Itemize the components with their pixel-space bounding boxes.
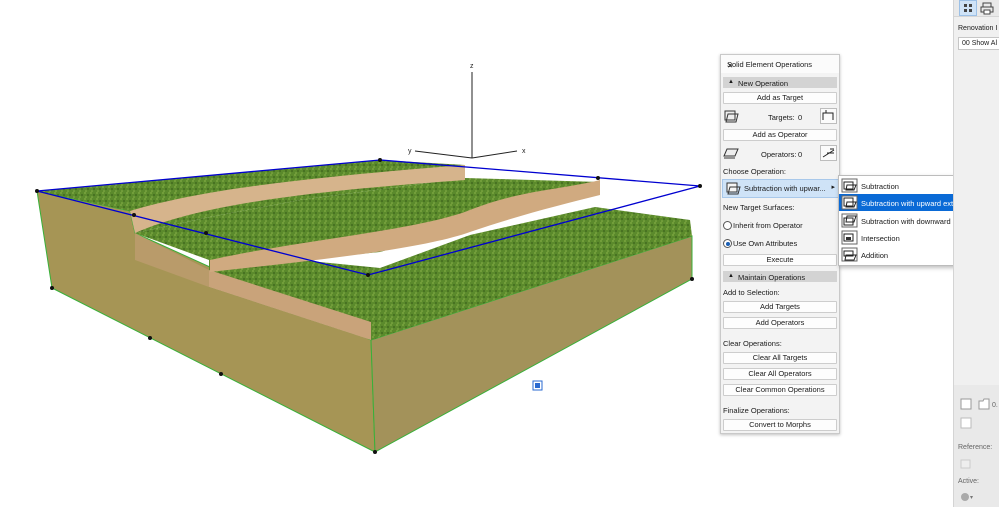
target-element-icon <box>724 110 739 123</box>
execute-button[interactable]: Execute <box>723 254 837 266</box>
targets-label: Targets: <box>768 113 795 122</box>
clear-common-operations-button[interactable]: Clear Common Operations <box>723 384 837 396</box>
renovation-label: Renovation I <box>958 25 998 32</box>
print-icon[interactable] <box>980 1 994 15</box>
add-targets-button[interactable]: Add Targets <box>723 301 837 313</box>
renovation-filter-value: 00 Show Al <box>962 40 998 47</box>
chevron-right-icon: ▸ <box>831 184 835 191</box>
panel-toolbar <box>954 0 999 17</box>
add-as-operator-button[interactable]: Add as Operator <box>723 129 837 141</box>
palette-title-bar[interactable]: Solid Element Operations ✕ <box>721 55 839 73</box>
subtraction-downward-icon <box>841 213 858 228</box>
add-to-selection-label: Add to Selection: <box>723 288 780 297</box>
choose-operation-label: Choose Operation: <box>723 167 786 176</box>
subtraction-icon <box>841 178 858 193</box>
operator-element-icon <box>723 148 739 159</box>
finalize-operations-label: Finalize Operations: <box>723 406 790 415</box>
close-icon[interactable]: ✕ <box>727 60 834 72</box>
reference-label: Reference: <box>958 444 993 451</box>
axis-label-z: z <box>470 63 474 70</box>
solid-element-operations-palette: Solid Element Operations ✕ ▲ New Operati… <box>720 54 840 434</box>
targets-count: 0 <box>798 113 803 122</box>
use-own-attributes-label[interactable]: Use Own Attributes <box>733 239 797 248</box>
convert-to-morphs-button[interactable]: Convert to Morphs <box>723 419 837 431</box>
move-handle-icon[interactable] <box>532 380 543 391</box>
operators-label: Operators: <box>761 150 797 159</box>
axis-label-x: x <box>522 148 526 155</box>
active-label: Active: <box>958 478 980 485</box>
axes-gizmo <box>414 72 518 159</box>
menu-item-label: Subtraction <box>861 182 899 191</box>
collapse-triangle-icon: ▲ <box>728 273 734 279</box>
info-box-panel: Renovation I 00 Show Al 0. Reference: Ac… <box>953 0 999 507</box>
axis-label-y: y <box>408 148 412 155</box>
inherit-from-operator-label[interactable]: Inherit from Operator <box>733 221 803 230</box>
grid-view-icon[interactable] <box>959 0 977 16</box>
select-targets-icon[interactable] <box>820 108 837 124</box>
reference-swatch-icon[interactable] <box>960 458 972 470</box>
menu-item-label: Intersection <box>861 234 900 243</box>
intersection-icon <box>841 230 858 245</box>
section-maintain-operations-label: Maintain Operations <box>738 273 806 282</box>
addition-icon <box>841 247 858 262</box>
menu-item-label: Addition <box>861 251 889 260</box>
clear-operations-label: Clear Operations: <box>723 339 782 348</box>
inherit-from-operator-radio[interactable] <box>723 221 732 230</box>
renovation-filter-dropdown[interactable]: 00 Show Al <box>958 37 999 50</box>
select-operators-icon[interactable] <box>820 145 837 161</box>
value-text: 0. <box>992 402 998 409</box>
link-icon[interactable] <box>960 417 972 429</box>
operators-count: 0 <box>798 150 803 159</box>
active-swatch-icon[interactable] <box>960 491 974 503</box>
clear-all-operators-button[interactable]: Clear All Operators <box>723 368 837 380</box>
subtraction-upward-icon <box>726 182 741 195</box>
add-operators-button[interactable]: Add Operators <box>723 317 837 329</box>
section-new-operation[interactable]: ▲ New Operation <box>723 77 837 88</box>
checkbox-icon[interactable] <box>960 398 972 410</box>
layer-icon[interactable] <box>978 398 990 410</box>
collapse-triangle-icon: ▲ <box>728 79 734 85</box>
section-maintain-operations[interactable]: ▲ Maintain Operations <box>723 271 837 282</box>
subtraction-upward-icon <box>841 195 858 210</box>
operation-dropdown[interactable]: Subtraction with upwar... ▸ <box>722 179 839 198</box>
clear-all-targets-button[interactable]: Clear All Targets <box>723 352 837 364</box>
operation-dropdown-value: Subtraction with upwar... <box>744 184 826 193</box>
use-own-attributes-radio[interactable] <box>723 239 732 248</box>
add-as-target-button[interactable]: Add as Target <box>723 92 837 104</box>
new-target-surfaces-label: New Target Surfaces: <box>723 203 795 212</box>
section-new-operation-label: New Operation <box>738 79 789 88</box>
